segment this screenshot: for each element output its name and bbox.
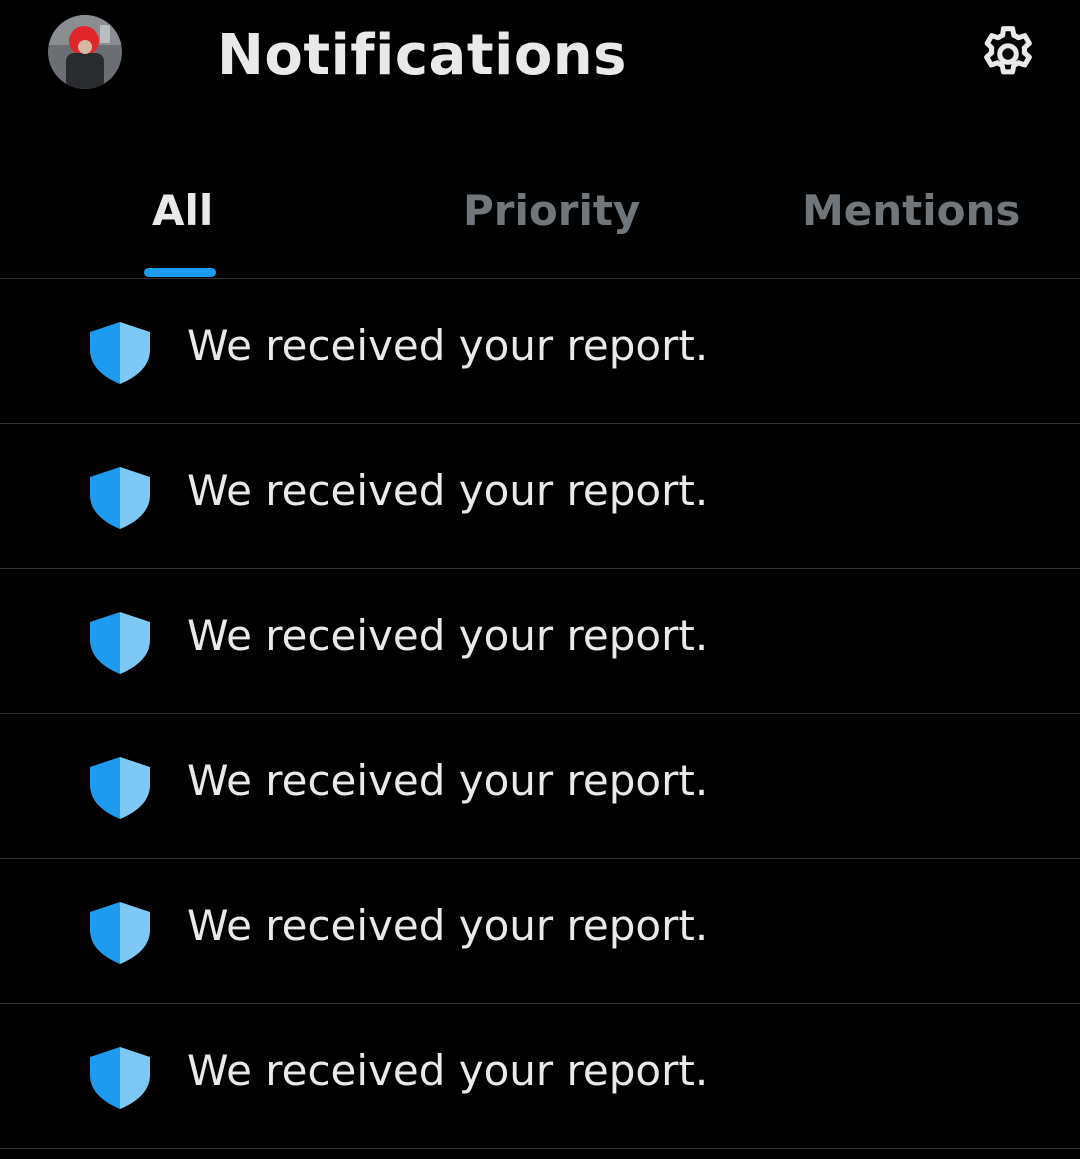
- page-title: Notifications: [217, 23, 627, 88]
- tab-label: Mentions: [802, 186, 1021, 235]
- notification-item[interactable]: We received your report.: [0, 859, 1080, 1004]
- gear-icon: [984, 26, 1032, 75]
- shield-icon: [90, 612, 150, 674]
- notification-item[interactable]: We received your report.: [0, 424, 1080, 569]
- notification-text: We received your report.: [187, 611, 709, 660]
- notification-text: We received your report.: [187, 756, 709, 805]
- shield-icon: [90, 902, 150, 964]
- top-bar: Notifications: [0, 0, 1080, 112]
- tab-label: Priority: [463, 186, 641, 235]
- tab-priority[interactable]: Priority: [360, 150, 720, 278]
- notification-text: We received your report.: [187, 321, 709, 370]
- notification-text: We received your report.: [187, 901, 709, 950]
- notification-item[interactable]: We received your report.: [0, 714, 1080, 859]
- shield-icon: [90, 757, 150, 819]
- shield-icon: [90, 322, 150, 384]
- notification-text: We received your report.: [187, 466, 709, 515]
- user-avatar[interactable]: [48, 15, 122, 89]
- shield-icon: [90, 467, 150, 529]
- notification-list: We received your report. We received you…: [0, 279, 1080, 1149]
- notification-text: We received your report.: [187, 1046, 709, 1095]
- tab-all[interactable]: All: [0, 150, 360, 278]
- tab-mentions[interactable]: Mentions: [720, 150, 1080, 278]
- settings-button[interactable]: [970, 16, 1046, 92]
- active-tab-indicator: [144, 268, 216, 277]
- notification-item[interactable]: We received your report.: [0, 279, 1080, 424]
- notification-item[interactable]: We received your report.: [0, 569, 1080, 714]
- tab-bar: All Priority Mentions: [0, 150, 1080, 279]
- tab-label: All: [152, 186, 214, 235]
- notification-item[interactable]: We received your report.: [0, 1004, 1080, 1149]
- shield-icon: [90, 1047, 150, 1109]
- avatar-image: [48, 15, 122, 89]
